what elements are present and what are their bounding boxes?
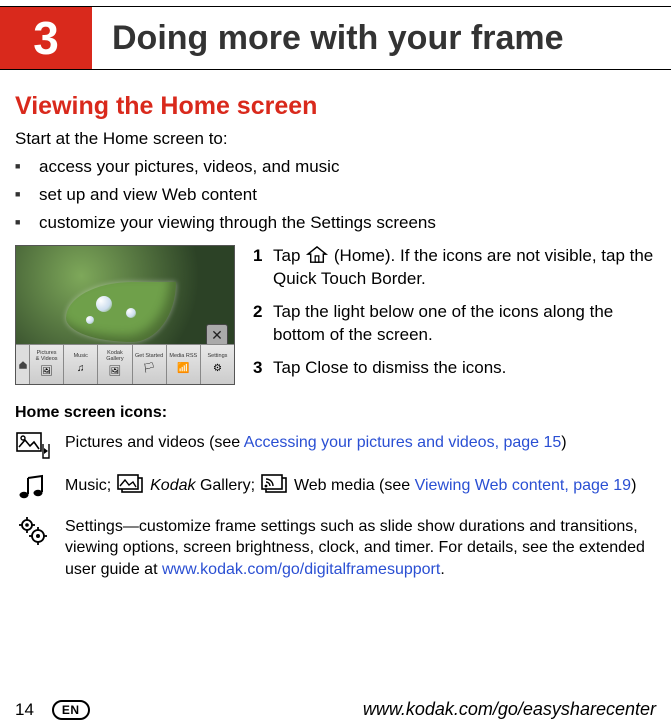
text-part: Web media (see [290, 477, 415, 494]
page-number: 14 [15, 700, 34, 720]
step-item: 1 Tap (Home). If the icons are not visib… [253, 245, 656, 291]
step-text-part: Tap [273, 246, 305, 265]
web-media-icon [260, 474, 290, 496]
text-part: . [440, 561, 444, 578]
text-part-italic: Kodak [150, 477, 195, 494]
gallery-icon [116, 474, 146, 496]
link-accessing-pictures[interactable]: Accessing your pictures and videos, page… [244, 434, 562, 451]
text-part: Music; [65, 477, 116, 494]
thumbnail-tile-label: Music [74, 354, 88, 360]
home-screen-thumbnail: ✕ Pictures & Videos 🖼 Music ♫ Kodak Gall… [15, 245, 235, 385]
thumbnail-tile-pictures: Pictures & Videos 🖼 [30, 345, 64, 384]
step-number: 3 [253, 357, 273, 380]
thumbnail-tile-music: Music ♫ [64, 345, 98, 384]
link-viewing-web-content[interactable]: Viewing Web content, page 19 [415, 477, 631, 494]
section-title: Viewing the Home screen [15, 92, 656, 121]
thumbnail-close-button: ✕ [206, 324, 228, 346]
intro-bullet-list: access your pictures, videos, and music … [15, 157, 656, 233]
settings-icon [15, 516, 51, 546]
step-text: Tap the light below one of the icons alo… [273, 301, 656, 347]
chapter-title: Doing more with your frame [92, 7, 671, 69]
page-footer: 14 EN www.kodak.com/go/easysharecenter [0, 699, 671, 720]
thumbnail-tile-label: Get Started [135, 354, 163, 360]
music-description: Music; Kodak Gallery; Web media (see Vie… [65, 474, 656, 497]
thumbnail-tile-label: Settings [208, 354, 228, 360]
step-text: Tap (Home). If the icons are not visible… [273, 245, 656, 291]
icon-row-music: Music; Kodak Gallery; Web media (see Vie… [15, 474, 656, 502]
settings-description: Settings—customize frame settings such a… [65, 516, 656, 581]
icon-row-pictures: Pictures and videos (see Accessing your … [15, 432, 656, 460]
icon-row-settings: Settings—customize frame settings such a… [15, 516, 656, 581]
step-item: 2 Tap the light below one of the icons a… [253, 301, 656, 347]
step-number: 2 [253, 301, 273, 347]
language-badge: EN [52, 700, 90, 720]
step-text: Tap Close to dismiss the icons. [273, 357, 656, 380]
thumbnail-tile-settings: Settings ⚙ [201, 345, 234, 384]
thumbnail-tile-label: Pictures & Videos [36, 351, 58, 363]
thumbnail-tile-gallery: Kodak Gallery 🖼 [98, 345, 132, 384]
thumbnail-tile-label: Kodak Gallery [106, 351, 123, 363]
bullet-item: set up and view Web content [15, 185, 656, 205]
chapter-number: 3 [0, 7, 92, 69]
music-icon [15, 474, 51, 502]
thumbnail-tile-mediarss: Media RSS 📶 [167, 345, 201, 384]
thumbnail-tile-getstarted: Get Started 🏳 [133, 345, 167, 384]
text-part: Gallery; [196, 477, 260, 494]
thumbnail-icon-bar: Pictures & Videos 🖼 Music ♫ Kodak Galler… [16, 344, 234, 384]
steps-list: 1 Tap (Home). If the icons are not visib… [253, 245, 656, 390]
intro-text: Start at the Home screen to: [15, 129, 656, 149]
pictures-description: Pictures and videos (see Accessing your … [65, 432, 656, 454]
step-text-part: (Home). If the icons are not visible, ta… [273, 246, 653, 288]
step-item: 3 Tap Close to dismiss the icons. [253, 357, 656, 380]
link-digital-frame-support[interactable]: www.kodak.com/go/digitalframesupport [162, 561, 440, 578]
chapter-header: 3 Doing more with your frame [0, 6, 671, 70]
bullet-item: access your pictures, videos, and music [15, 157, 656, 177]
text-part: ) [561, 434, 566, 451]
home-screen-icons-heading: Home screen icons: [15, 404, 656, 422]
footer-url[interactable]: www.kodak.com/go/easysharecenter [363, 699, 656, 720]
home-icon [305, 246, 329, 264]
text-part: ) [631, 477, 636, 494]
thumbnail-home-tab [16, 345, 30, 384]
subhead-text: Home screen icons: [15, 404, 167, 421]
pictures-videos-icon [15, 432, 51, 460]
bullet-item: customize your viewing through the Setti… [15, 213, 656, 233]
thumbnail-photo [16, 246, 234, 346]
step-number: 1 [253, 245, 273, 291]
thumbnail-tile-label: Media RSS [169, 354, 197, 360]
text-part: Pictures and videos (see [65, 434, 244, 451]
